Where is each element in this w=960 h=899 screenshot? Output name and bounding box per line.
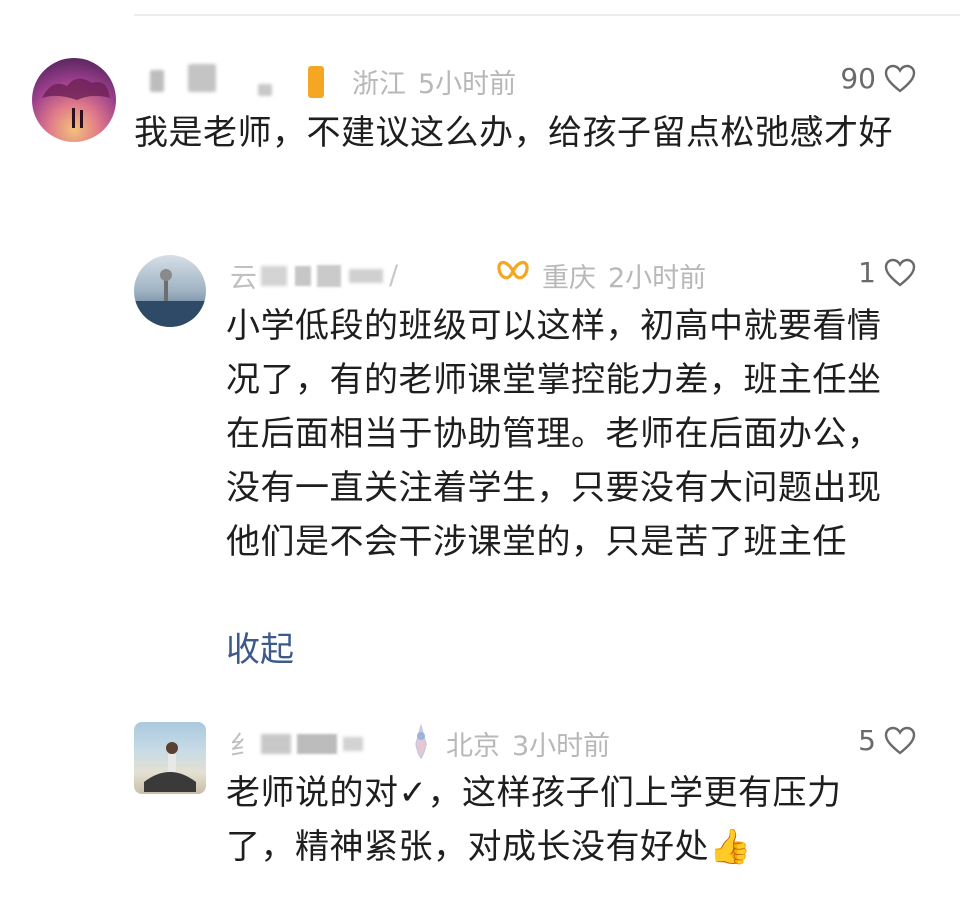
comment-2-location: 重庆: [542, 263, 596, 294]
comment-1-avatar[interactable]: [32, 58, 116, 142]
comment-1-username-blurred-3: [258, 84, 272, 96]
heart-icon: [884, 726, 916, 755]
comment-2-avatar[interactable]: [134, 255, 206, 327]
comment-2-like-count: 1: [858, 256, 876, 289]
comment-3-username-blurred[interactable]: 纟: [230, 724, 373, 763]
heart-icon: [884, 258, 916, 287]
comment-2-username-blurred[interactable]: 云 /: [230, 256, 398, 295]
comment-3-time: 3小时前: [512, 731, 611, 762]
comment-1-location: 浙江: [352, 69, 406, 100]
comment-1-username-blurred-2: [188, 64, 216, 92]
comment-3-badge-icon: [415, 724, 427, 760]
comment-1-text: 我是老师，不建议这么办，给孩子留点松弛感才好: [134, 113, 893, 153]
collapse-link[interactable]: 收起: [226, 622, 294, 671]
comment-2-like-button[interactable]: 1: [858, 256, 916, 289]
comment-3-location: 北京: [446, 731, 500, 762]
heart-icon: [884, 64, 916, 93]
comment-1-username-blurred[interactable]: [150, 70, 164, 92]
comment-2-badge-icon: [497, 260, 529, 280]
top-divider: [134, 14, 960, 16]
comment-2-meta: 重庆 2小时前: [542, 256, 706, 295]
comment-3-meta: 北京 3小时前: [446, 724, 610, 763]
comment-3-text: 老师说的对✓，这样孩子们上学更有压力了，精神紧张，对成长没有好处👍: [226, 773, 842, 867]
comment-1-time: 5小时前: [418, 69, 517, 100]
comment-1-meta: 浙江 5小时前: [352, 62, 516, 101]
comment-3-like-button[interactable]: 5: [858, 724, 916, 757]
comment-3-avatar[interactable]: [134, 722, 206, 794]
comment-1-like-count: 90: [840, 62, 876, 95]
comment-3-like-count: 5: [858, 724, 876, 757]
comment-2-time: 2小时前: [608, 263, 707, 294]
comment-1-like-button[interactable]: 90: [840, 62, 916, 95]
comment-2-text: 小学低段的班级可以这样，初高中就要看情况了，有的老师课堂掌控能力差，班主任坐在后…: [226, 306, 882, 562]
comment-1-badge-icon: [308, 66, 324, 98]
